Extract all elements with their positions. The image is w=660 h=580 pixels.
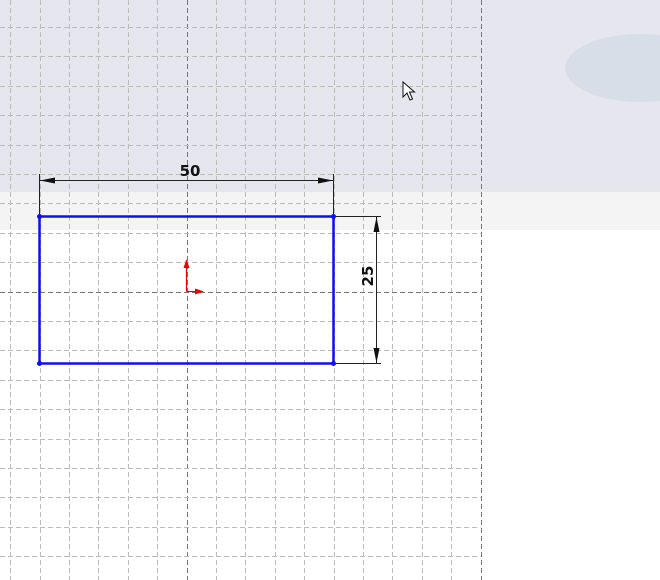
dimension-width-value[interactable]: 50 [180,162,201,180]
sketch-point[interactable] [37,214,42,219]
sketch-point[interactable] [331,214,336,219]
arrow-pointer-icon [402,80,416,101]
sketch-point[interactable] [37,361,42,366]
dimension-height-value[interactable]: 25 [359,266,377,287]
sketch-canvas[interactable]: 50 25 [0,0,660,580]
sketch-origin-icon [183,259,204,295]
sketch-point[interactable] [331,361,336,366]
dimension-height[interactable]: 25 [336,216,381,364]
dimension-width[interactable]: 50 [39,162,334,214]
background-highlight [565,34,660,102]
